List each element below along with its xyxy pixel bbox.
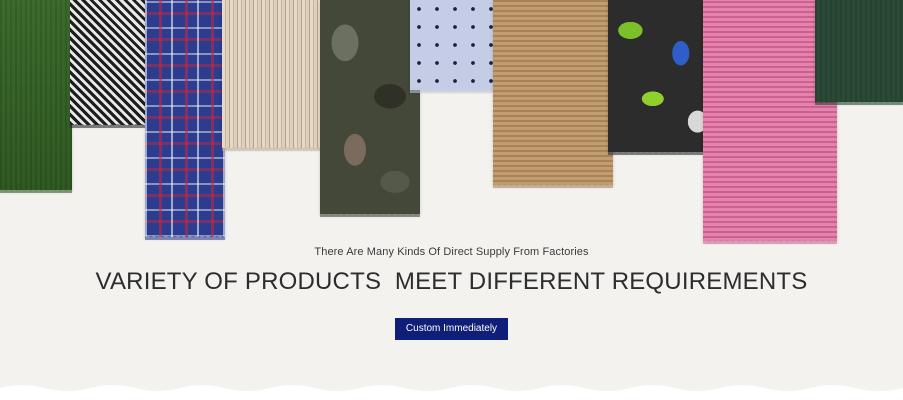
- hero-banner: There Are Many Kinds Of Direct Supply Fr…: [0, 0, 903, 400]
- fabric-swatch-green-rib: [0, 0, 72, 193]
- banner-title: VARIETY OF PRODUCTS MEET DIFFERENT REQUI…: [95, 268, 808, 295]
- fabric-swatch-blue-plaid: [145, 0, 225, 240]
- banner-text: There Are Many Kinds Of Direct Supply Fr…: [0, 244, 903, 297]
- fabric-swatch-herringbone: [70, 0, 148, 128]
- fabric-swatch-tan-corduroy: [493, 0, 613, 188]
- fabric-samples-image: [0, 0, 903, 260]
- banner-subtitle: There Are Many Kinds Of Direct Supply Fr…: [314, 246, 589, 258]
- wave-divider: [0, 385, 903, 400]
- fabric-swatch-camouflage: [320, 0, 420, 217]
- custom-immediately-button[interactable]: Custom Immediately: [395, 318, 508, 340]
- fabric-swatch-blue-dot: [410, 0, 498, 93]
- fabric-swatch-dark-green: [815, 0, 903, 105]
- fabric-swatch-beige-stripe: [222, 0, 324, 151]
